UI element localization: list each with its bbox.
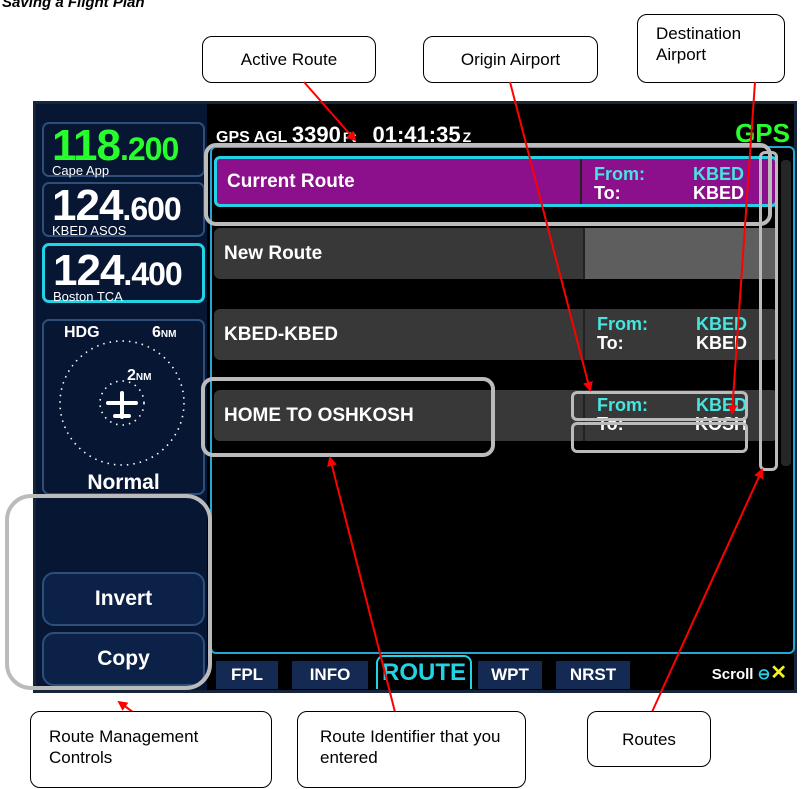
callout-text: Routes — [622, 729, 676, 749]
callout-routes: Routes — [587, 711, 711, 767]
callout-text: Route Identifier that you entered — [320, 727, 501, 767]
callout-route-management: Route Management Controls — [30, 711, 272, 788]
callout-route-identifier: Route Identifier that you entered — [297, 711, 526, 788]
annotation-arrows — [117, 81, 764, 716]
callout-text: Route Management Controls — [49, 727, 199, 767]
